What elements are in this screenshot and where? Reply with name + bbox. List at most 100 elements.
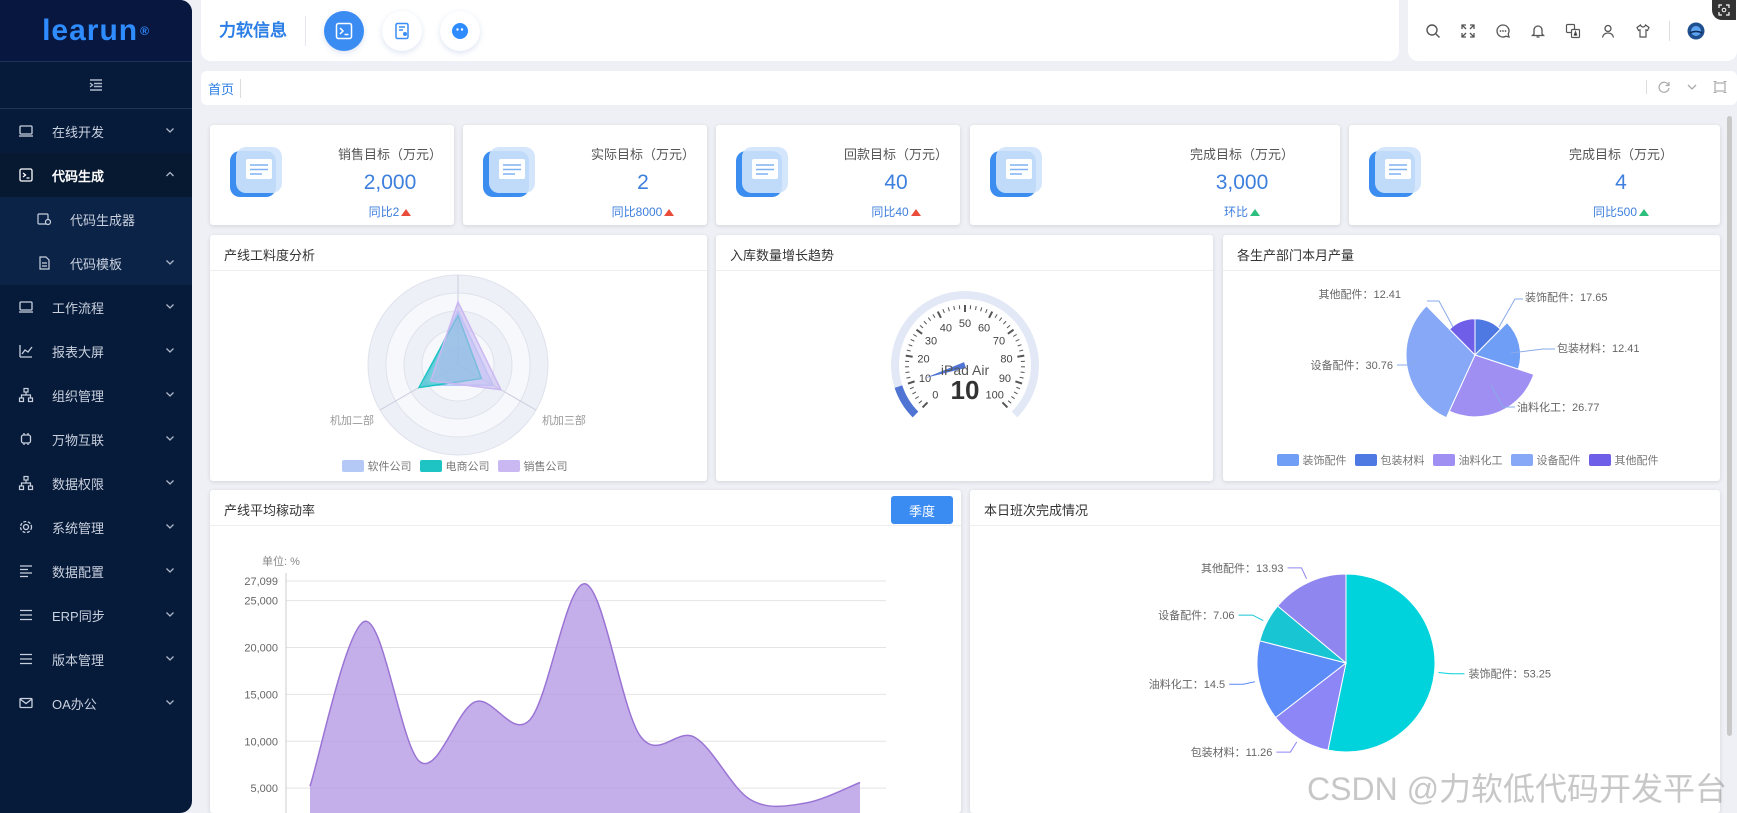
translate-icon[interactable] (1564, 22, 1582, 40)
sidebar-item[interactable]: OA办公 (0, 681, 192, 725)
pie-slice-label: 油料化工：14.5 (1149, 677, 1225, 691)
sidebar-item[interactable]: 报表大屏 (0, 329, 192, 373)
gauge-tick (909, 386, 914, 390)
stat-compare-text: 同比8000 (611, 205, 663, 219)
watermark: CSDN @力软低代码开发平台 (1307, 771, 1728, 807)
gauge-tick (998, 317, 1003, 322)
gauge-tick (947, 307, 950, 312)
rose-slice-label: 油料化工：26.77 (1517, 400, 1600, 414)
fullscreen-icon[interactable] (1459, 22, 1477, 40)
tab-home[interactable]: 首页 (201, 78, 242, 98)
stat-compare: 同比8000 (563, 203, 723, 220)
sidebar-subitem[interactable]: 代码模板 (0, 241, 192, 285)
legend-item[interactable]: 其他配件 (1588, 452, 1659, 468)
gauge-tick (910, 339, 915, 342)
document-user-icon (395, 22, 409, 39)
chevron-down-icon[interactable] (1685, 80, 1699, 94)
stat-label: 完成目标（万元） (1189, 147, 1294, 162)
gauge-tick-label: 50 (959, 318, 971, 330)
form-app-button[interactable] (382, 10, 422, 51)
legend-label: 软件公司 (367, 461, 412, 473)
indent-icon (89, 79, 102, 91)
sidebar-item[interactable]: 万物互联 (0, 417, 192, 461)
gauge-tick (1020, 371, 1025, 374)
stat-value: 40 (884, 171, 908, 194)
message-icon[interactable] (1494, 22, 1512, 40)
legend-item[interactable]: 设备配件 (1510, 452, 1581, 468)
sidebar-subitem[interactable]: 代码生成器 (0, 197, 192, 241)
legend-swatch (419, 460, 442, 472)
chat-app-button[interactable] (440, 10, 480, 51)
menu-collapse-button[interactable] (0, 62, 192, 109)
stat-label: 回款目标（万元） (843, 147, 948, 162)
logo[interactable]: learun ® (0, 0, 192, 62)
scrollbar[interactable] (1727, 116, 1732, 736)
legend-item[interactable]: 装饰配件 (1276, 452, 1347, 468)
rose-legend: 装饰配件 包装材料 油料化工 设备配件 其他配件 (1223, 452, 1720, 471)
monitor-icon (18, 299, 34, 315)
mail-icon (18, 695, 34, 711)
legend-item[interactable]: 软件公司 (341, 458, 412, 474)
capture-icon (1718, 4, 1730, 16)
list-icon (18, 607, 34, 623)
sidebar-item[interactable]: 数据权限 (0, 461, 192, 505)
gauge-tick-label: 30 (925, 335, 937, 347)
sidebar-item[interactable]: 版本管理 (0, 637, 192, 681)
gauge-tick (906, 349, 911, 352)
stat-compare: 同比40 (816, 203, 976, 220)
radar-axis-label-right: 机加三部 (542, 413, 586, 427)
sidebar-item-label: 万物互联 (52, 432, 105, 448)
legend-item[interactable]: 电商公司 (419, 458, 490, 474)
sidebar-item[interactable]: 组织管理 (0, 373, 192, 417)
chevron-down-icon (166, 436, 174, 441)
report-card-icon (483, 147, 535, 197)
sidebar: learun ® 在线开发 代码生成 代码生成器 代码模板 工作流程 报表大屏 组织管理万物互… (0, 0, 192, 813)
user-icon[interactable] (1599, 22, 1617, 40)
sidebar-menu: 在线开发 代码生成 代码生成器 代码模板 工作流程 报表大屏 组织管理万物互联数据权限 系统管… (0, 109, 192, 725)
legend-item[interactable]: 油料化工 (1432, 452, 1503, 468)
legend-item[interactable]: 包装材料 (1354, 452, 1425, 468)
gauge-tick (927, 317, 932, 322)
chevron-down-icon (166, 392, 174, 397)
legend-label: 设备配件 (1536, 455, 1581, 467)
sidebar-item[interactable]: 在线开发 (0, 109, 192, 153)
chevron-down-icon (166, 128, 174, 133)
stat-compare-text: 同比40 (871, 205, 909, 219)
area-series-fill (310, 583, 860, 813)
refresh-icon[interactable] (1657, 80, 1671, 94)
terminal-app-button[interactable] (324, 10, 364, 51)
sidebar-item[interactable]: 工作流程 (0, 285, 192, 329)
screenshot-corner-button[interactable] (1712, 0, 1736, 20)
sidebar-item[interactable]: 代码生成 (0, 153, 192, 197)
stat-card: 实际目标（万元） 2 同比8000 (463, 125, 707, 225)
radar-axis-label-left: 机加二部 (330, 413, 374, 427)
sidebar-item[interactable]: ERP同步 (0, 593, 192, 637)
gauge-tick (908, 344, 913, 347)
search-icon[interactable] (1424, 22, 1442, 40)
pie-slice-label: 装饰配件：53.25 (1468, 667, 1551, 681)
terminal-icon (18, 167, 34, 183)
chevron-down-icon (166, 568, 174, 573)
gauge-tick (919, 324, 924, 329)
org-tree-icon (18, 387, 34, 403)
gauge-tick (1006, 324, 1011, 329)
chevron-down-icon (166, 612, 174, 617)
legend-swatch (1588, 454, 1611, 466)
monitor-icon (18, 123, 34, 139)
pie-label-line (1287, 567, 1308, 579)
tab-controls (1646, 80, 1727, 94)
theme-shirt-icon[interactable] (1634, 22, 1652, 40)
gauge-tick (975, 305, 977, 311)
sidebar-item[interactable]: 系统管理 (0, 505, 192, 549)
sidebar-item[interactable]: 数据配置 (0, 549, 192, 593)
gauge-tick-label: 20 (917, 353, 929, 365)
sidebar-submenu: 代码生成器 代码模板 (0, 197, 192, 285)
stat-card: 回款目标（万元） 40 同比40 (716, 125, 960, 225)
chevron-down-icon (166, 524, 174, 529)
chevron-down-icon (166, 348, 174, 353)
legend-swatch (1432, 454, 1455, 466)
legend-item[interactable]: 销售公司 (497, 458, 568, 474)
bell-icon[interactable] (1529, 22, 1547, 40)
maximize-icon[interactable] (1713, 80, 1727, 94)
avatar[interactable] (1687, 22, 1705, 40)
